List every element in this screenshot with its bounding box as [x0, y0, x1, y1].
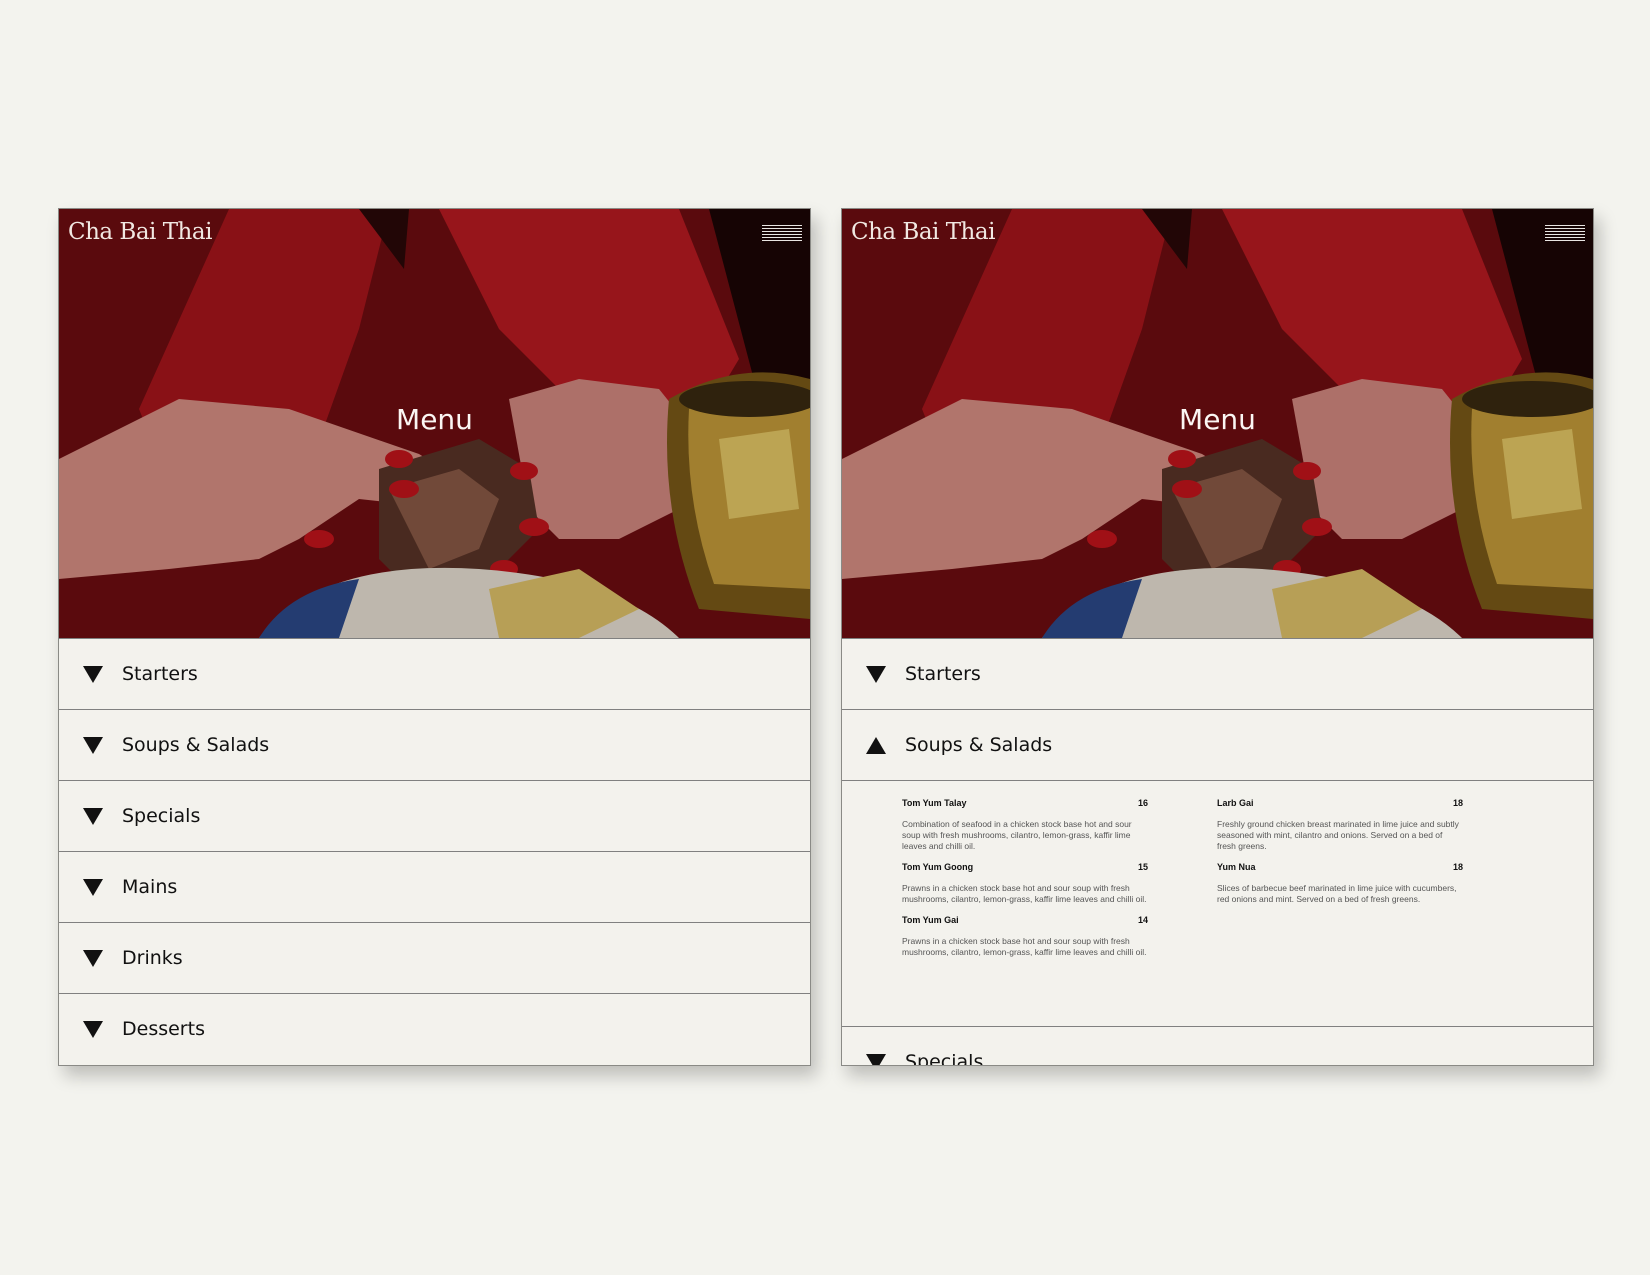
accordion-label: Desserts — [122, 1018, 205, 1040]
accordion-starters[interactable]: Starters — [842, 638, 1593, 709]
item-description: Prawns in a chicken stock base hot and s… — [902, 883, 1147, 904]
brand-logo[interactable]: Cha Bai Thai — [68, 219, 212, 245]
chevron-down-icon — [83, 1020, 103, 1038]
accordion-starters[interactable]: Starters — [59, 638, 810, 709]
accordion-label: Specials — [122, 805, 201, 827]
accordion-label: Starters — [905, 663, 981, 685]
hero-banner: Cha Bai Thai Menu — [842, 209, 1593, 638]
item-price: 15 — [1137, 862, 1148, 872]
accordion-soups-salads[interactable]: Soups & Salads — [59, 709, 810, 780]
chevron-down-icon — [83, 807, 103, 825]
menu-item: Larb Gai 18 Freshly ground chicken breast… — [1217, 798, 1463, 852]
chevron-down-icon — [83, 949, 103, 967]
page-title: Menu — [396, 403, 473, 436]
accordion-label: Soups & Salads — [905, 734, 1053, 756]
accordion-specials[interactable]: Specials — [59, 780, 810, 851]
item-price: 14 — [1137, 915, 1148, 925]
menu-item: Tom Yum Talay 16 Combination of seafood i… — [902, 798, 1148, 852]
item-price: 18 — [1452, 798, 1463, 808]
menu-item: Yum Nua 18 Slices of barbecue beef marina… — [1217, 862, 1463, 905]
accordion-mains[interactable]: Mains — [59, 851, 810, 922]
accordion-label: Starters — [122, 663, 198, 685]
menu-page-expanded: Cha Bai Thai Menu Starters Soups & Salad… — [841, 208, 1594, 1066]
item-name: Tom Yum Gai — [902, 915, 959, 925]
accordion-desserts[interactable]: Desserts — [59, 993, 810, 1064]
hamburger-menu-icon[interactable] — [762, 225, 802, 243]
brand-logo[interactable]: Cha Bai Thai — [851, 219, 995, 245]
menu-column-2: Larb Gai 18 Freshly ground chicken breast… — [1217, 798, 1463, 1026]
item-description: Combination of seafood in a chicken stoc… — [902, 819, 1132, 851]
chevron-down-icon — [83, 736, 103, 754]
accordion-label: Specials — [905, 1051, 984, 1066]
chevron-up-icon — [866, 736, 886, 754]
accordion-label: Drinks — [122, 947, 183, 969]
chevron-down-icon — [866, 665, 886, 683]
accordion-soups-salads[interactable]: Soups & Salads Tom Yum Talay 16 Combinati… — [842, 709, 1593, 1026]
menu-item: Tom Yum Goong 15 Prawns in a chicken stoc… — [902, 862, 1148, 905]
item-price: 16 — [1137, 798, 1148, 808]
menu-page-collapsed: Cha Bai Thai Menu Starters Soups & Salad… — [58, 208, 811, 1066]
hamburger-menu-icon[interactable] — [1545, 225, 1585, 243]
chevron-down-icon — [83, 665, 103, 683]
item-name: Larb Gai — [1217, 798, 1254, 808]
item-name: Tom Yum Talay — [902, 798, 967, 808]
item-price: 18 — [1452, 862, 1463, 872]
menu-item: Tom Yum Gai 14 Prawns in a chicken stock … — [902, 915, 1148, 958]
item-name: Tom Yum Goong — [902, 862, 974, 872]
item-description: Freshly ground chicken breast marinated … — [1217, 819, 1459, 851]
menu-column-1: Tom Yum Talay 16 Combination of seafood i… — [902, 798, 1148, 1026]
accordion-label: Mains — [122, 876, 178, 898]
chevron-down-icon — [83, 878, 103, 896]
hero-banner: Cha Bai Thai Menu — [59, 209, 810, 638]
page-title: Menu — [1179, 403, 1256, 436]
item-description: Slices of barbecue beef marinated in lim… — [1217, 883, 1457, 904]
item-name: Yum Nua — [1217, 862, 1256, 872]
accordion-specials[interactable]: Specials — [842, 1026, 1593, 1066]
item-description: Prawns in a chicken stock base hot and s… — [902, 936, 1147, 957]
accordion-drinks[interactable]: Drinks — [59, 922, 810, 993]
accordion-label: Soups & Salads — [122, 734, 270, 756]
soups-salads-panel: Tom Yum Talay 16 Combination of seafood i… — [842, 780, 1593, 1026]
chevron-down-icon — [866, 1053, 886, 1065]
